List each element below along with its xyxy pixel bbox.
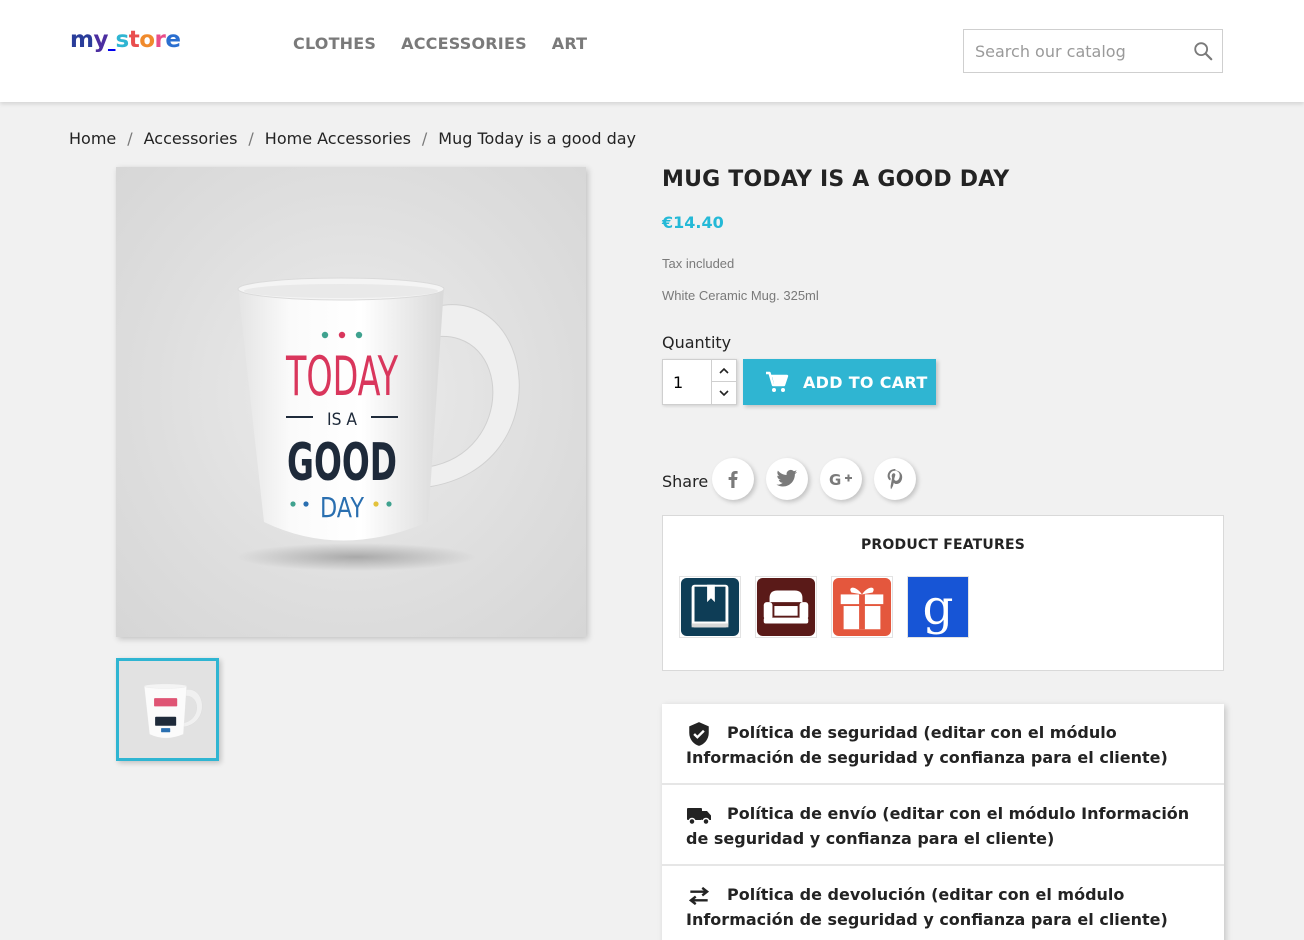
share-label: Share [662, 472, 709, 491]
share-google-plus-button[interactable]: G [820, 458, 862, 500]
nav-accessories[interactable]: ACCESSORIES [401, 34, 527, 53]
quantity-label: Quantity [662, 333, 732, 352]
breadcrumb: Home / Accessories / Home Accessories / … [69, 129, 636, 148]
quantity-down-button[interactable] [712, 382, 736, 404]
chevron-down-icon [719, 389, 729, 396]
main-nav: CLOTHES ACCESSORIES ART [293, 34, 587, 53]
search-icon[interactable] [1192, 40, 1214, 62]
truck-icon [687, 808, 711, 826]
mug-print-day: DAY [320, 491, 365, 524]
share-facebook-button[interactable] [712, 458, 754, 500]
product-features-title: PRODUCT FEATURES [860, 537, 1026, 553]
tax-label: Tax included [662, 256, 735, 271]
pinterest-icon [887, 469, 903, 490]
quantity-spin [711, 360, 736, 404]
product-main-image[interactable]: TODAY IS A GOOD DAY [116, 167, 586, 637]
reassurance-text: Política de devolución (editar con el mó… [686, 885, 1168, 929]
breadcrumb-home[interactable]: Home [69, 129, 116, 148]
share-pinterest-button[interactable] [874, 458, 916, 500]
product-features-panel: PRODUCT FEATURES g [662, 515, 1224, 671]
armchair-icon[interactable] [755, 576, 817, 638]
mug-illustration: TODAY IS A GOOD DAY [236, 277, 520, 571]
facebook-icon [728, 471, 738, 488]
book-icon[interactable] [679, 576, 741, 638]
mug-print-is-a: IS A [327, 410, 357, 430]
svg-text:G: G [829, 471, 841, 488]
svg-text:g: g [923, 579, 954, 635]
breadcrumb-accessories[interactable]: Accessories [144, 129, 238, 148]
swap-arrows-icon [688, 886, 710, 906]
twitter-icon [776, 469, 798, 487]
nav-clothes[interactable]: CLOTHES [293, 34, 376, 53]
chevron-up-icon [719, 367, 729, 374]
quantity-up-button[interactable] [712, 360, 736, 382]
add-to-cart-label: ADD TO CART [803, 372, 928, 392]
reassurance-item-security: Política de seguridad (editar con el mód… [662, 704, 1224, 785]
breadcrumb-home-accessories[interactable]: Home Accessories [265, 129, 411, 148]
reassurance-item-returns: Política de devolución (editar con el mó… [662, 866, 1224, 940]
mug-print-good: GOOD [287, 433, 397, 493]
share-twitter-button[interactable] [766, 458, 808, 500]
nav-art[interactable]: ART [552, 34, 588, 53]
search-box [963, 29, 1223, 73]
product-features-icons: g [679, 576, 969, 638]
breadcrumb-separator: / [127, 129, 133, 148]
product-title: MUG TODAY IS A GOOD DAY [662, 167, 1010, 192]
mug-print-today: TODAY [285, 345, 398, 408]
product-price: €14.40 [662, 213, 724, 232]
google-icon[interactable]: g [907, 576, 969, 638]
site-header: my store CLOTHES ACCESSORIES ART [0, 0, 1304, 102]
reassurance-text: Política de seguridad (editar con el mód… [686, 723, 1168, 767]
gift-icon[interactable] [831, 576, 893, 638]
mug-thumbnail-illustration [119, 661, 216, 758]
reassurance-text: Política de envío (editar con el módulo … [686, 804, 1190, 848]
reassurance-block: Política de seguridad (editar con el mód… [662, 704, 1224, 940]
search-input[interactable] [964, 30, 1184, 72]
quantity-input[interactable] [663, 360, 712, 404]
store-logo[interactable]: my store [70, 27, 181, 53]
google-plus-icon: G [829, 471, 852, 488]
product-thumbnail[interactable] [116, 658, 219, 761]
share-buttons: G [712, 458, 916, 500]
product-short-description: White Ceramic Mug. 325ml [662, 288, 819, 303]
quantity-stepper [662, 359, 737, 405]
add-to-cart-button[interactable]: ADD TO CART [743, 359, 936, 405]
breadcrumb-separator: / [248, 129, 254, 148]
reassurance-item-shipping: Política de envío (editar con el módulo … [662, 785, 1224, 866]
breadcrumb-current: Mug Today is a good day [438, 129, 637, 148]
shield-check-icon [689, 722, 709, 746]
shopping-cart-icon [766, 371, 789, 392]
breadcrumb-separator: / [421, 129, 428, 148]
